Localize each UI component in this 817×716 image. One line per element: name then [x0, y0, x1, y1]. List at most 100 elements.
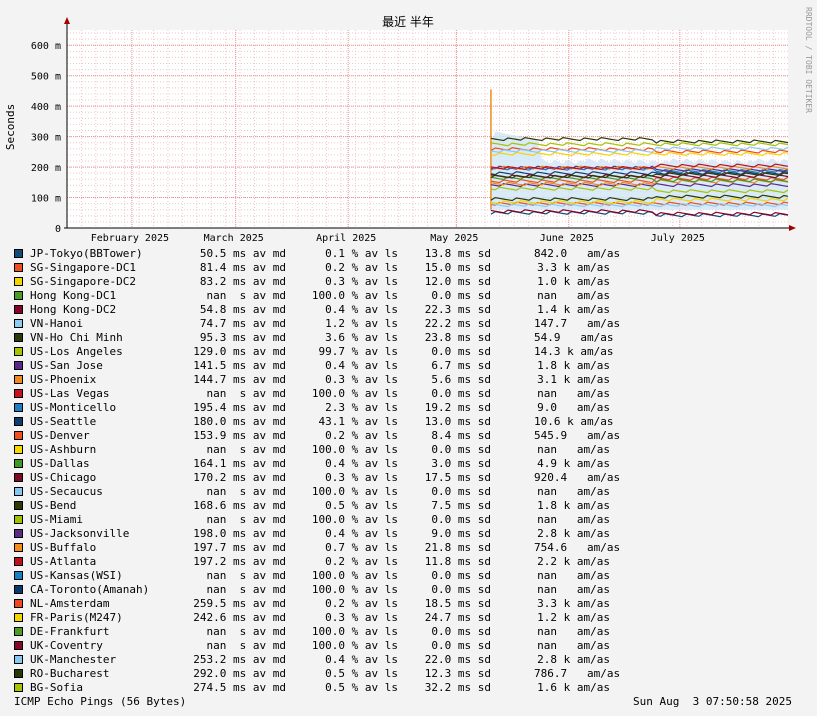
- x-tick-label: April 2025: [316, 233, 376, 244]
- legend-avg: 180.0 ms av md: [193, 415, 286, 428]
- legend-loss: 0.5 % av ls: [325, 667, 398, 680]
- legend-sd: 0.0 ms sd: [431, 513, 491, 526]
- legend-sd: 0.0 ms sd: [431, 289, 491, 302]
- legend-loss: 0.4 % av ls: [325, 359, 398, 372]
- legend-avg: 197.2 ms av md: [193, 555, 286, 568]
- legend-sd: 22.3 ms sd: [424, 303, 491, 316]
- legend-loss: 0.1 % av ls: [325, 247, 398, 260]
- legend-row: US-Denver 153.9 ms av md 0.2 % av ls 8.4 ms…: [14, 429, 620, 443]
- legend-row: NL-Amsterdam 259.5 ms av md 0.2 % av ls 18.…: [14, 597, 614, 611]
- legend-row: CA-Toronto(Amanah) nan s av md 100.0 % av …: [14, 583, 614, 597]
- legend-name: US-Phoenix: [30, 373, 97, 386]
- legend-name: US-Secaucus: [30, 485, 103, 498]
- legend-sd: 0.0 ms sd: [431, 639, 491, 652]
- legend-swatch: [14, 599, 23, 608]
- legend-name: DE-Frankfurt: [30, 625, 110, 638]
- legend-avg: 54.8 ms av md: [199, 303, 286, 316]
- legend-sd: 19.2 ms sd: [424, 401, 491, 414]
- legend-swatch: [14, 375, 23, 384]
- legend-row: RO-Bucharest 292.0 ms av md 0.5 % av ls 12.…: [14, 667, 621, 681]
- legend-swatch: [14, 389, 23, 398]
- legend-row: UK-Coventry nan s av md 100.0 % av ls 0.0 m…: [14, 639, 614, 653]
- legend-row: FR-Paris(M247) 242.6 ms av md 0.3 % av ls 2…: [14, 611, 614, 625]
- footer-timestamp: Sun Aug 3 07:50:58 2025: [633, 695, 792, 708]
- legend-row: Hong Kong-DC1 nan s av md 100.0 % av ls 0.0…: [14, 289, 614, 303]
- legend-sd: 21.8 ms sd: [424, 541, 491, 554]
- legend-row: VN-Hanoi 74.7 ms av md 1.2 % av ls 22.2 ms …: [14, 317, 621, 331]
- legend-swatch: [14, 669, 23, 678]
- legend-sd: 17.5 ms sd: [424, 471, 491, 484]
- legend-amas: 1.8 k am/as: [537, 359, 610, 372]
- chart-panel: 0 100 m 200 m 300 m 400 m 500 m 600 m February …: [0, 0, 817, 716]
- legend-name: US-Seattle: [30, 415, 97, 428]
- legend-avg: 81.4 ms av md: [199, 261, 286, 274]
- legend-swatch: [14, 627, 23, 636]
- legend-loss: 0.7 % av ls: [325, 541, 398, 554]
- legend-amas: 2.8 k am/as: [537, 653, 610, 666]
- legend-swatch: [14, 529, 23, 538]
- legend-loss: 100.0 % av ls: [311, 289, 398, 302]
- legend-name: US-Las Vegas: [30, 387, 110, 400]
- y-tick-label: 600 m: [31, 41, 61, 52]
- legend-sd: 18.5 ms sd: [424, 597, 491, 610]
- legend-row: BG-Sofia 274.5 ms av md 0.5 % av ls 32.2 ms…: [14, 681, 614, 695]
- y-tick-label: 200 m: [31, 163, 61, 174]
- legend-avg: 83.2 ms av md: [199, 275, 286, 288]
- legend-row: US-Las Vegas nan s av md 100.0 % av ls 0.0 …: [14, 387, 614, 401]
- legend-swatch: [14, 291, 23, 300]
- x-tick-label: July 2025: [651, 233, 705, 244]
- legend-name: BG-Sofia: [30, 681, 83, 694]
- legend-amas: 1.4 k am/as: [537, 303, 610, 316]
- legend-name: US-Los Angeles: [30, 345, 123, 358]
- legend-swatch: [14, 655, 23, 664]
- legend-sd: 13.0 ms sd: [424, 415, 491, 428]
- legend-name: SG-Singapore-DC2: [30, 275, 136, 288]
- legend-amas: nan am/as: [537, 485, 610, 498]
- legend-row: SG-Singapore-DC1 81.4 ms av md 0.2 % av ls…: [14, 261, 614, 275]
- legend-swatch: [14, 571, 23, 580]
- legend-swatch: [14, 683, 23, 692]
- legend-sd: 0.0 ms sd: [431, 387, 491, 400]
- y-tick-label: 100 m: [31, 194, 61, 205]
- legend-amas: nan am/as: [537, 443, 610, 456]
- legend-swatch: [14, 263, 23, 272]
- legend-swatch: [14, 515, 23, 524]
- x-tick-label: June 2025: [540, 233, 594, 244]
- legend-name: US-Bend: [30, 499, 77, 512]
- legend-name: FR-Paris(M247): [30, 611, 123, 624]
- legend-loss: 0.5 % av ls: [325, 499, 398, 512]
- legend-avg: 274.5 ms av md: [193, 681, 286, 694]
- legend-loss: 3.6 % av ls: [325, 331, 398, 344]
- legend-avg: nan s av md: [206, 625, 286, 638]
- legend-amas: 754.6 am/as: [534, 541, 621, 554]
- legend-loss: 0.3 % av ls: [325, 611, 398, 624]
- legend-row: US-Chicago 170.2 ms av md 0.3 % av ls 17.5 …: [14, 471, 620, 485]
- legend-swatch: [14, 319, 23, 328]
- y-axis-label: Seconds: [4, 104, 17, 150]
- legend-loss: 0.4 % av ls: [325, 527, 398, 540]
- legend-loss: 0.4 % av ls: [325, 457, 398, 470]
- legend-swatch: [14, 431, 23, 440]
- legend-avg: nan s av md: [206, 513, 286, 526]
- legend-loss: 0.3 % av ls: [325, 373, 398, 386]
- legend-sd: 9.0 ms sd: [431, 527, 491, 540]
- legend-loss: 100.0 % av ls: [311, 583, 398, 596]
- legend-sd: 5.6 ms sd: [431, 373, 491, 386]
- legend-loss: 0.2 % av ls: [325, 429, 398, 442]
- legend-loss: 0.2 % av ls: [325, 261, 398, 274]
- legend-row: US-Secaucus nan s av md 100.0 % av ls 0.0 m…: [14, 485, 614, 499]
- legend-name: Hong Kong-DC1: [30, 289, 117, 302]
- legend-name: US-San Jose: [30, 359, 103, 372]
- y-tick-label: 0: [55, 224, 61, 235]
- legend-loss: 1.2 % av ls: [325, 317, 398, 330]
- legend-row: US-Ashburn nan s av md 100.0 % av ls 0.0 ms…: [14, 443, 614, 457]
- legend-amas: nan am/as: [537, 639, 610, 652]
- legend-swatch: [14, 305, 23, 314]
- legend-amas: 14.3 k am/as: [534, 345, 614, 358]
- y-tick-label: 400 m: [31, 102, 61, 113]
- legend-amas: 147.7 am/as: [534, 317, 621, 330]
- legend-name: US-Chicago: [30, 471, 97, 484]
- legend-row: US-Dallas 164.1 ms av md 0.4 % av ls 3.0 ms…: [14, 457, 614, 471]
- legend-avg: 195.4 ms av md: [193, 401, 286, 414]
- legend-amas: 786.7 am/as: [534, 667, 621, 680]
